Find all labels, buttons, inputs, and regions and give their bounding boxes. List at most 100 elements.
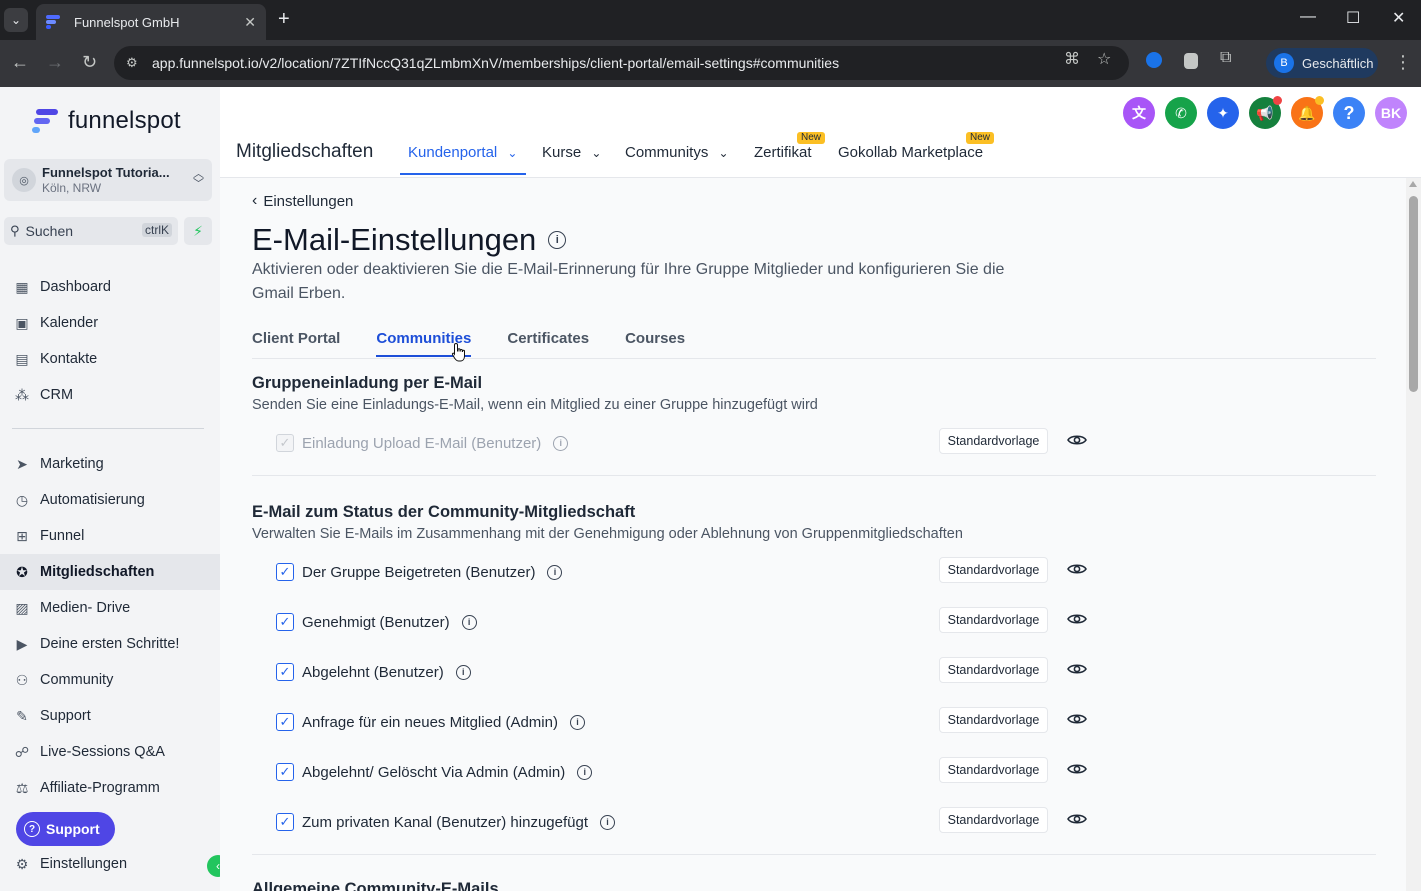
magic-wand-icon[interactable]: ✦ [1207, 97, 1239, 129]
maximize-icon[interactable]: ☐ [1346, 8, 1360, 28]
info-icon[interactable]: i [569, 714, 585, 730]
template-button[interactable]: Standardvorlage [939, 807, 1048, 833]
email-row-invite-upload: ✓ Einladung Upload E-Mail (Benutzer) i S… [276, 428, 1096, 458]
browser-menu-icon[interactable]: ⋮ [1394, 52, 1412, 73]
send-icon: ➤ [16, 455, 28, 472]
profile-button[interactable]: B Geschäftlich [1266, 48, 1378, 78]
translate-icon[interactable]: 文 [1123, 97, 1155, 129]
scroll-up-arrow-icon[interactable] [1409, 181, 1417, 187]
sidebar-item-marketing[interactable]: ➤ Marketing [0, 446, 220, 482]
funnel-icon: ⊞ [16, 527, 28, 544]
preview-eye-icon[interactable] [1067, 762, 1087, 776]
info-icon[interactable]: i [577, 764, 593, 780]
scrollbar-thumb[interactable] [1409, 196, 1418, 392]
info-icon[interactable]: i [548, 231, 567, 249]
award-icon: ✪ [16, 563, 28, 580]
checkbox[interactable]: ✓ [276, 563, 294, 581]
close-window-icon[interactable]: ✕ [1392, 8, 1405, 28]
nav-zertifikat[interactable]: Zertifikat [754, 144, 812, 161]
checkbox[interactable]: ✓ [276, 434, 294, 452]
template-button[interactable]: Standardvorlage [939, 428, 1048, 454]
quick-actions-bolt-icon[interactable]: ⚡ [184, 217, 212, 245]
preview-eye-icon[interactable] [1067, 612, 1087, 626]
template-button[interactable]: Standardvorlage [939, 757, 1048, 783]
checkbox[interactable]: ✓ [276, 713, 294, 731]
tab-courses[interactable]: Courses [625, 330, 685, 357]
site-settings-icon[interactable]: ⚙ [126, 55, 142, 71]
new-badge: New [797, 132, 826, 144]
extension-1-icon[interactable] [1146, 52, 1162, 68]
tabs-divider [252, 358, 1376, 359]
sidebar-item-kalender[interactable]: ▣ Kalender [0, 305, 220, 341]
megaphone-icon[interactable]: 📢 [1249, 96, 1282, 129]
content-scrollbar[interactable] [1406, 178, 1421, 891]
nav-communitys[interactable]: Communitys ⌄ [625, 144, 729, 161]
tab-certificates[interactable]: Certificates [507, 330, 589, 357]
sidebar-item-medien-drive[interactable]: ▨ Medien- Drive [0, 590, 220, 626]
main-content: ‹ Einstellungen E-Mail-Einstellungen i A… [220, 178, 1406, 891]
preview-eye-icon[interactable] [1067, 662, 1087, 676]
template-button[interactable]: Standardvorlage [939, 657, 1048, 683]
checkbox[interactable]: ✓ [276, 663, 294, 681]
nav-kundenportal[interactable]: Kundenportal ⌄ [408, 144, 517, 161]
sidebar-item-dashboard[interactable]: ▦ Dashboard [0, 269, 220, 305]
preview-eye-icon[interactable] [1067, 562, 1087, 576]
bookmark-star-icon[interactable]: ☆ [1097, 49, 1111, 69]
browser-tab[interactable]: Funnelspot GmbH ✕ [36, 4, 266, 40]
minimize-icon[interactable]: — [1300, 8, 1316, 26]
checkbox[interactable]: ✓ [276, 613, 294, 631]
user-avatar[interactable]: BK [1375, 97, 1407, 129]
account-switcher[interactable]: ◎ Funnelspot Tutoria... Köln, NRW ︿ ﹀ [4, 159, 212, 201]
back-to-settings-link[interactable]: ‹ Einstellungen [252, 192, 353, 210]
sidebar-item-community[interactable]: ⚇ Community [0, 662, 220, 698]
info-icon[interactable]: i [455, 664, 471, 680]
sidebar-item-live-sessions[interactable]: ☍ Live-Sessions Q&A [0, 734, 220, 770]
email-row-joined-group: ✓ Der Gruppe Beigetreten (Benutzer) i St… [276, 557, 1096, 587]
sidebar-item-einstellungen[interactable]: ⚙ Einstellungen [0, 846, 220, 882]
section-title: Gruppeneinladung per E-Mail [252, 374, 483, 392]
info-icon[interactable]: i [461, 614, 477, 630]
forward-icon[interactable]: → [46, 52, 64, 73]
address-bar[interactable]: ⚙ app.funnelspot.io/v2/location/7ZTIfNcc… [114, 46, 1129, 80]
template-button[interactable]: Standardvorlage [939, 607, 1048, 633]
reload-icon[interactable]: ↻ [82, 52, 97, 73]
template-button[interactable]: Standardvorlage [939, 557, 1048, 583]
template-button[interactable]: Standardvorlage [939, 707, 1048, 733]
preview-eye-icon[interactable] [1067, 433, 1087, 447]
notification-bell-icon[interactable]: 🔔 [1291, 96, 1324, 129]
search-box[interactable]: ⚲ Suchen ctrlK [4, 217, 178, 245]
back-icon[interactable]: ← [11, 52, 29, 73]
checkbox[interactable]: ✓ [276, 813, 294, 831]
search-label: Suchen [25, 223, 74, 239]
sidebar-item-automatisierung[interactable]: ◷ Automatisierung [0, 482, 220, 518]
checkbox[interactable]: ✓ [276, 763, 294, 781]
info-icon[interactable]: i [547, 564, 563, 580]
phone-icon[interactable]: ✆ [1165, 97, 1197, 129]
sidebar-item-funnel[interactable]: ⊞ Funnel [0, 518, 220, 554]
funnelspot-logo[interactable]: funnelspot [32, 107, 181, 135]
browser-tab-bar: ⌄ Funnelspot GmbH ✕ + — ☐ ✕ [0, 0, 1421, 40]
support-button[interactable]: ? Support [16, 812, 115, 846]
sidebar-item-mitgliedschaften[interactable]: ✪ Mitgliedschaften [0, 554, 220, 590]
sidebar-item-affiliate[interactable]: ⚖ Affiliate-Programm [0, 770, 220, 806]
info-icon[interactable]: i [553, 435, 569, 451]
extensions-puzzle-icon[interactable]: ⧉ [1220, 49, 1231, 67]
translate-page-icon[interactable]: ⌘ [1064, 49, 1080, 69]
sidebar-item-erste-schritte[interactable]: ▶ Deine ersten Schritte! [0, 626, 220, 662]
sidebar-item-support[interactable]: ✎ Support [0, 698, 220, 734]
nav-gokollab-marketplace[interactable]: Gokollab Marketplace [838, 144, 983, 161]
funnelspot-favicon-icon [46, 14, 62, 30]
sidebar-item-kontakte[interactable]: ▤ Kontakte [0, 341, 220, 377]
close-tab-icon[interactable]: ✕ [244, 14, 256, 31]
new-tab-button[interactable]: + [278, 8, 290, 31]
image-icon: ▨ [15, 599, 29, 616]
tab-search-button[interactable]: ⌄ [4, 8, 28, 32]
sidebar-item-crm[interactable]: ⁂ CRM [0, 377, 220, 413]
help-icon[interactable]: ? [1333, 97, 1365, 129]
tab-client-portal[interactable]: Client Portal [252, 330, 340, 357]
preview-eye-icon[interactable] [1067, 712, 1087, 726]
info-icon[interactable]: i [600, 814, 615, 830]
nav-kurse[interactable]: Kurse ⌄ [542, 144, 601, 161]
preview-eye-icon[interactable] [1067, 812, 1087, 826]
extension-2-icon[interactable] [1184, 53, 1198, 69]
